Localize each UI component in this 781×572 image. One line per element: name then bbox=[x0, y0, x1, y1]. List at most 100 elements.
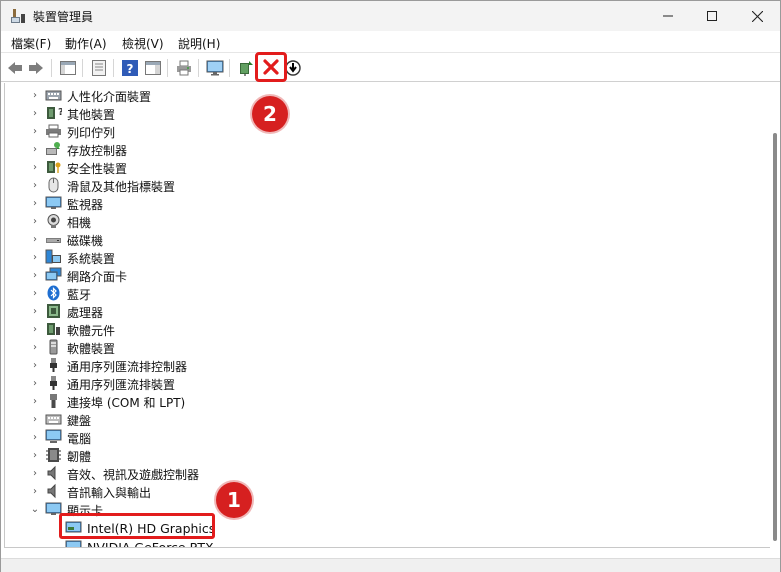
processor-icon bbox=[47, 304, 60, 318]
tree-item-firmware[interactable]: › 韌體 bbox=[5, 446, 770, 464]
tree-item-other-devices[interactable]: › ? 其他裝置 bbox=[5, 104, 770, 122]
minimize-button[interactable] bbox=[645, 1, 691, 31]
tree-item-storage-controllers[interactable]: › 存放控制器 bbox=[5, 140, 770, 158]
print-button[interactable] bbox=[175, 59, 193, 77]
other-device-icon: ? bbox=[47, 107, 62, 119]
chevron-right-icon[interactable]: › bbox=[30, 414, 40, 425]
chevron-right-icon[interactable]: › bbox=[30, 486, 40, 497]
chevron-right-icon[interactable]: › bbox=[30, 360, 40, 371]
red-x-icon bbox=[263, 59, 279, 75]
chevron-down-icon[interactable]: ⌄ bbox=[30, 504, 40, 515]
show-hide-console-tree-button[interactable] bbox=[59, 59, 77, 77]
menu-bar: 檔案(F) 動作(A) 檢視(V) 說明(H) bbox=[1, 31, 780, 53]
help-button[interactable]: ? bbox=[121, 59, 139, 77]
chevron-right-icon[interactable]: › bbox=[30, 288, 40, 299]
menu-action[interactable]: 動作(A) bbox=[65, 35, 107, 52]
update-driver-button[interactable] bbox=[237, 59, 255, 77]
menu-file[interactable]: 檔案(F) bbox=[11, 35, 51, 52]
toolbar-separator bbox=[51, 59, 52, 77]
menu-help[interactable]: 說明(H) bbox=[178, 35, 220, 52]
chevron-right-icon[interactable]: › bbox=[30, 324, 40, 335]
chevron-right-icon[interactable]: › bbox=[30, 306, 40, 317]
chevron-right-icon[interactable]: › bbox=[30, 252, 40, 263]
tree-item-label: 通用序列匯流排控制器 bbox=[67, 360, 188, 374]
security-icon bbox=[47, 161, 61, 173]
chevron-right-icon[interactable]: › bbox=[30, 198, 40, 209]
storage-icon bbox=[46, 142, 60, 155]
scrollbar-thumb[interactable] bbox=[773, 133, 777, 541]
tree-item-label: 連接埠 (COM 和 LPT) bbox=[67, 396, 186, 410]
tree-item-computer[interactable]: › 電腦 bbox=[5, 428, 770, 446]
chevron-right-icon[interactable]: › bbox=[30, 432, 40, 443]
tree-item-label: 系統裝置 bbox=[67, 252, 116, 266]
status-bar bbox=[1, 558, 780, 572]
tree-item-nvidia-geforce-rtx[interactable]: NVIDIA GeForce RTX bbox=[5, 538, 770, 547]
callout-badge-1: 1 bbox=[216, 482, 252, 518]
tree-item-bluetooth[interactable]: › 藍牙 bbox=[5, 284, 770, 302]
tree-item-label: 音訊輸入與輸出 bbox=[67, 486, 152, 500]
uninstall-device-button[interactable] bbox=[255, 52, 287, 82]
tree-item-hid[interactable]: › 人性化介面裝置 bbox=[5, 86, 770, 105]
chevron-right-icon[interactable]: › bbox=[30, 396, 40, 407]
tree-item-monitors[interactable]: › 監視器 bbox=[5, 194, 770, 212]
chevron-right-icon[interactable]: › bbox=[30, 180, 40, 191]
chevron-right-icon[interactable]: › bbox=[30, 108, 40, 119]
minimize-icon bbox=[663, 15, 673, 17]
tree-item-label: 網路介面卡 bbox=[67, 270, 128, 284]
tree-item-usb-devices[interactable]: › 通用序列匯流排裝置 bbox=[5, 374, 770, 392]
chevron-right-icon[interactable]: › bbox=[30, 162, 40, 173]
tree-item-software-components[interactable]: › 軟體元件 bbox=[5, 320, 770, 338]
tree-item-software-devices[interactable]: › 軟體裝置 bbox=[5, 338, 770, 356]
chevron-right-icon[interactable]: › bbox=[30, 270, 40, 281]
tree-item-network-adapters[interactable]: › 網路介面卡 bbox=[5, 266, 770, 284]
tree-item-label: 鍵盤 bbox=[67, 414, 92, 428]
tree-item-processors[interactable]: › 處理器 bbox=[5, 302, 770, 320]
chevron-right-icon[interactable]: › bbox=[30, 126, 40, 137]
chevron-right-icon[interactable]: › bbox=[30, 216, 40, 227]
tree-item-print-queues[interactable]: › 列印佇列 bbox=[5, 122, 770, 140]
tree-item-audio-inputs-outputs[interactable]: › 音訊輸入與輸出 bbox=[5, 482, 770, 500]
tree-item-label: 藍牙 bbox=[67, 288, 92, 302]
update-driver-icon bbox=[240, 61, 253, 76]
tree-item-usb-controllers[interactable]: › 通用序列匯流排控制器 bbox=[5, 356, 770, 374]
selection-highlight-box bbox=[59, 513, 215, 539]
forward-button[interactable] bbox=[27, 59, 45, 77]
horizontal-scrollbar[interactable] bbox=[4, 548, 770, 558]
device-tree[interactable]: › 人性化介面裝置 › ? 其他裝置 › 列印佇列 › 存放控制器 › 安全性裝… bbox=[4, 83, 770, 548]
toolbar: ? bbox=[1, 54, 780, 82]
tree-item-ports[interactable]: › 連接埠 (COM 和 LPT) bbox=[5, 392, 770, 410]
tree-item-disk-drives[interactable]: › 磁碟機 bbox=[5, 230, 770, 249]
system-icon bbox=[45, 249, 61, 264]
chevron-right-icon[interactable]: › bbox=[30, 234, 40, 245]
device-manager-window: 裝置管理員 檔案(F) 動作(A) 檢視(V) 說明(H) ? › 人性化介面裝… bbox=[0, 0, 781, 572]
tree-item-sound-video-game-controllers[interactable]: › 音效、視訊及遊戲控制器 bbox=[5, 464, 770, 482]
tree-item-label: 存放控制器 bbox=[67, 144, 128, 158]
chevron-right-icon[interactable]: › bbox=[30, 378, 40, 389]
tree-item-label: 滑鼠及其他指標裝置 bbox=[67, 180, 176, 194]
menu-view[interactable]: 檢視(V) bbox=[122, 35, 164, 52]
toolbar-separator bbox=[113, 59, 114, 77]
chevron-right-icon[interactable]: › bbox=[30, 450, 40, 461]
tree-item-security-devices[interactable]: › 安全性裝置 bbox=[5, 158, 770, 176]
chevron-right-icon[interactable]: › bbox=[30, 144, 40, 155]
back-button[interactable] bbox=[6, 59, 24, 77]
printer-icon bbox=[46, 124, 61, 138]
tree-item-system-devices[interactable]: › 系統裝置 bbox=[5, 248, 770, 266]
properties-button[interactable] bbox=[90, 59, 108, 77]
tree-item-cameras[interactable]: › 相機 bbox=[5, 212, 770, 230]
tree-item-label: 韌體 bbox=[67, 450, 92, 464]
display-adapter-icon bbox=[65, 540, 82, 547]
svg-text:?: ? bbox=[58, 107, 62, 118]
chevron-right-icon[interactable]: › bbox=[30, 468, 40, 479]
action-pane-button[interactable] bbox=[144, 59, 162, 77]
vertical-scrollbar[interactable] bbox=[770, 83, 780, 548]
maximize-button[interactable] bbox=[689, 1, 735, 31]
close-button[interactable] bbox=[734, 1, 780, 31]
chevron-right-icon[interactable]: › bbox=[30, 90, 40, 101]
forward-arrow-icon bbox=[29, 62, 43, 74]
scan-hardware-button[interactable] bbox=[206, 59, 224, 77]
chevron-right-icon[interactable]: › bbox=[30, 342, 40, 353]
tree-item-keyboards[interactable]: › 鍵盤 bbox=[5, 410, 770, 429]
tree-item-mice[interactable]: › 滑鼠及其他指標裝置 bbox=[5, 176, 770, 194]
software-device-icon bbox=[49, 339, 58, 355]
